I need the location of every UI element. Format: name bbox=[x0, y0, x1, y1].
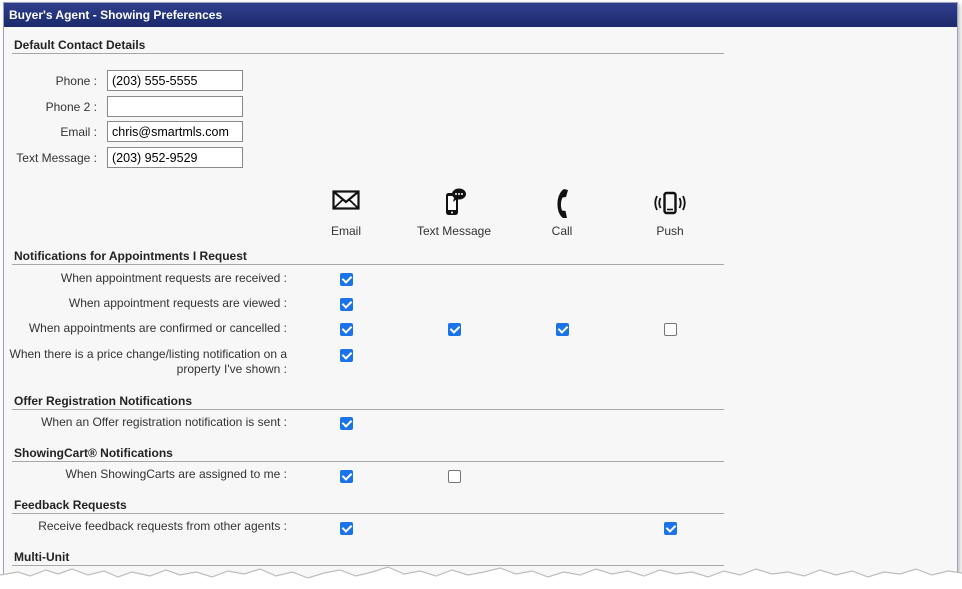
section-divider bbox=[12, 409, 724, 410]
offer-section-heading: Offer Registration Notifications bbox=[14, 394, 193, 408]
phone-message-icon bbox=[434, 187, 474, 217]
checkbox-offer-sent-email[interactable] bbox=[340, 417, 353, 430]
row-label-requests-viewed: When appointment requests are viewed : bbox=[68, 296, 287, 310]
envelope-icon bbox=[326, 189, 366, 219]
row-label-offer-sent: When an Offer registration notification … bbox=[41, 415, 287, 429]
section-divider bbox=[12, 264, 724, 265]
checkbox-requests-received-email[interactable] bbox=[340, 273, 353, 286]
row-label-confirmed-cancelled: When appointments are confirmed or cance… bbox=[28, 321, 287, 335]
feedback-section-heading: Feedback Requests bbox=[14, 498, 127, 512]
appointments-section-heading: Notifications for Appointments I Request bbox=[14, 249, 247, 263]
column-call-label: Call bbox=[551, 224, 573, 238]
showingcart-section-heading: ShowingCart® Notifications bbox=[14, 446, 173, 460]
row-label-feedback-requests: Receive feedback requests from other age… bbox=[38, 519, 287, 533]
section-divider bbox=[12, 513, 724, 514]
checkbox-confirmed-cancelled-push[interactable] bbox=[664, 323, 677, 336]
checkbox-confirmed-cancelled-text[interactable] bbox=[448, 323, 461, 336]
torn-edge-decoration bbox=[0, 566, 962, 589]
checkbox-price-change-email[interactable] bbox=[340, 349, 353, 362]
row-label-showingcarts-assigned: When ShowingCarts are assigned to me : bbox=[65, 467, 287, 481]
column-email-label: Email bbox=[330, 224, 361, 238]
email-label: Email : bbox=[60, 125, 97, 139]
checkbox-requests-viewed-email[interactable] bbox=[340, 298, 353, 311]
contact-section-heading: Default Contact Details bbox=[14, 38, 146, 52]
email-input[interactable] bbox=[107, 121, 243, 142]
section-divider bbox=[12, 53, 724, 54]
phone2-input[interactable] bbox=[107, 96, 243, 117]
handset-icon bbox=[542, 187, 582, 218]
row-label-price-change: When there is a price change/listing not… bbox=[9, 347, 288, 376]
checkbox-showingcarts-assigned-text[interactable] bbox=[448, 470, 461, 483]
checkbox-confirmed-cancelled-email[interactable] bbox=[340, 323, 353, 336]
preferences-panel: Buyer's Agent - Showing Preferences Defa… bbox=[3, 2, 958, 589]
text-message-label: Text Message : bbox=[16, 151, 97, 165]
checkbox-feedback-requests-push[interactable] bbox=[664, 522, 677, 535]
column-text-message-label: Text Message bbox=[416, 224, 492, 238]
phone-label: Phone : bbox=[55, 74, 97, 88]
vibrating-phone-icon bbox=[650, 191, 690, 221]
section-divider bbox=[12, 461, 724, 462]
text-message-input[interactable] bbox=[107, 147, 243, 168]
column-push-label: Push bbox=[656, 224, 684, 238]
checkbox-showingcarts-assigned-email[interactable] bbox=[340, 470, 353, 483]
checkbox-confirmed-cancelled-call[interactable] bbox=[556, 323, 569, 336]
panel-title: Buyer's Agent - Showing Preferences bbox=[4, 3, 957, 27]
checkbox-feedback-requests-email[interactable] bbox=[340, 522, 353, 535]
row-label-requests-received: When appointment requests are received : bbox=[60, 271, 287, 285]
phone-input[interactable] bbox=[107, 70, 243, 91]
phone2-label: Phone 2 : bbox=[45, 100, 97, 114]
